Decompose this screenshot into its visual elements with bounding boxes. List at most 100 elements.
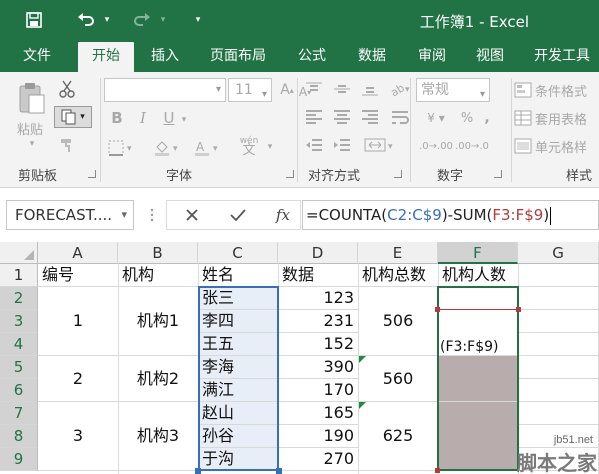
row-header-5[interactable]: 5 bbox=[0, 356, 38, 379]
clipboard-launcher-icon[interactable] bbox=[88, 170, 96, 178]
row-header-1[interactable]: 1 bbox=[0, 264, 38, 287]
number-format-dropdown-icon[interactable]: ▾ bbox=[480, 84, 485, 106]
decrease-decimal-icon[interactable]: .00→.0 bbox=[455, 136, 489, 156]
tab-review[interactable]: 审阅 bbox=[406, 40, 458, 72]
range-handle[interactable] bbox=[435, 307, 440, 312]
font-name-dropdown-icon[interactable]: ▾ bbox=[216, 84, 221, 95]
column-header-b[interactable]: B bbox=[118, 242, 198, 264]
align-bottom-icon[interactable] bbox=[358, 78, 382, 100]
font-size-combo[interactable]: 11 ▾ bbox=[228, 78, 272, 102]
cell-b5-merged[interactable]: 机构2 bbox=[118, 368, 198, 390]
redo-icon[interactable] bbox=[128, 6, 156, 34]
column-header-c[interactable]: C bbox=[198, 242, 278, 264]
save-icon[interactable] bbox=[20, 6, 48, 34]
copy-dropdown-icon[interactable]: ▾ bbox=[80, 112, 85, 122]
tab-insert[interactable]: 插入 bbox=[140, 40, 190, 72]
name-box[interactable]: FORECAST.... ▾ bbox=[6, 200, 134, 230]
column-header-a[interactable]: A bbox=[38, 242, 118, 264]
enter-icon[interactable] bbox=[226, 205, 250, 225]
cell-d6[interactable]: 170 bbox=[278, 379, 354, 401]
cell-a7-merged[interactable]: 3 bbox=[38, 425, 118, 447]
error-indicator-icon[interactable] bbox=[359, 356, 366, 363]
tab-page-layout[interactable]: 页面布局 bbox=[198, 40, 278, 72]
currency-icon[interactable]: ¥ ▾ bbox=[418, 108, 454, 128]
column-header-f[interactable]: F bbox=[438, 242, 518, 264]
cell-a1[interactable]: 编号 bbox=[42, 264, 74, 286]
redo-dropdown-icon[interactable]: ▾ bbox=[156, 6, 170, 34]
cell-c1[interactable]: 姓名 bbox=[202, 264, 234, 286]
cell-d9[interactable]: 270 bbox=[278, 448, 354, 470]
border-icon[interactable]: ▾ bbox=[104, 138, 140, 158]
worksheet-grid[interactable]: A B C D E F G 1 2 3 4 5 6 7 8 9 编号 机构 姓名… bbox=[0, 242, 599, 474]
cell-d4[interactable]: 152 bbox=[278, 333, 354, 355]
increase-decimal-icon[interactable]: .0→.00 bbox=[419, 136, 453, 156]
row-header-8[interactable]: 8 bbox=[0, 425, 38, 448]
bold-button[interactable]: B bbox=[108, 108, 126, 128]
range-handle[interactable] bbox=[276, 468, 282, 474]
orientation-icon[interactable]: ab ▾ bbox=[386, 78, 416, 100]
cell-e1[interactable]: 机构总数 bbox=[362, 264, 426, 286]
row-header-9[interactable]: 9 bbox=[0, 448, 38, 471]
phonetic-guide-icon[interactable]: wén 文 bbox=[232, 132, 266, 160]
column-header-e[interactable]: E bbox=[358, 242, 438, 264]
underline-button[interactable]: U bbox=[160, 108, 178, 128]
fill-color-icon[interactable]: ▾ bbox=[150, 138, 186, 158]
cell-e7-merged[interactable]: 625 bbox=[358, 425, 438, 447]
font-name-combo[interactable]: ▾ bbox=[104, 78, 226, 102]
increase-font-icon[interactable]: A ▴ bbox=[278, 80, 296, 100]
copy-button[interactable]: ▾ bbox=[54, 106, 92, 128]
undo-dropdown-icon[interactable]: ▾ bbox=[100, 6, 114, 34]
cell-d8[interactable]: 190 bbox=[278, 425, 354, 447]
range-handle[interactable] bbox=[516, 307, 521, 312]
number-launcher-icon[interactable] bbox=[494, 170, 502, 178]
row-header-4[interactable]: 4 bbox=[0, 333, 38, 356]
align-left-icon[interactable] bbox=[302, 106, 326, 128]
cell-b7-merged[interactable]: 机构3 bbox=[118, 425, 198, 447]
phonetic-dropdown-icon[interactable]: ▾ bbox=[264, 140, 276, 154]
font-color-icon[interactable]: A ▾ bbox=[190, 138, 226, 158]
paste-dropdown-icon[interactable]: ▾ bbox=[26, 138, 38, 150]
error-indicator-icon[interactable] bbox=[359, 402, 366, 409]
range-handle[interactable] bbox=[435, 468, 440, 473]
merge-center-icon[interactable]: ▾ bbox=[360, 134, 400, 156]
select-all-corner[interactable] bbox=[0, 242, 38, 264]
cell-b2-merged[interactable]: 机构1 bbox=[118, 310, 198, 332]
tab-home[interactable]: 开始 bbox=[78, 42, 134, 72]
cell-d7[interactable]: 165 bbox=[278, 402, 354, 424]
paste-button[interactable]: 粘贴 bbox=[12, 118, 48, 138]
cut-icon[interactable] bbox=[56, 78, 78, 100]
undo-icon[interactable] bbox=[72, 6, 100, 34]
align-middle-icon[interactable] bbox=[330, 78, 354, 100]
percent-icon[interactable]: % bbox=[458, 108, 476, 128]
cell-a5-merged[interactable]: 2 bbox=[38, 368, 118, 390]
format-as-table-button[interactable]: 套用表格 bbox=[514, 106, 599, 130]
range-handle[interactable] bbox=[195, 468, 201, 474]
tab-developer[interactable]: 开发工具 bbox=[524, 40, 599, 72]
tab-formulas[interactable]: 公式 bbox=[286, 40, 338, 72]
cell-styles-button[interactable]: 单元格样 bbox=[514, 134, 599, 158]
underline-dropdown-icon[interactable]: ▾ bbox=[178, 110, 190, 130]
cell-b1[interactable]: 机构 bbox=[122, 264, 154, 286]
cell-d2[interactable]: 123 bbox=[278, 287, 354, 309]
customize-toolbar-icon[interactable]: ▾ bbox=[190, 6, 206, 34]
align-right-icon[interactable] bbox=[358, 106, 382, 128]
comma-style-icon[interactable]: , bbox=[480, 108, 494, 128]
cell-a2-merged[interactable]: 1 bbox=[38, 310, 118, 332]
decrease-indent-icon[interactable] bbox=[302, 134, 326, 156]
row-header-6[interactable]: 6 bbox=[0, 379, 38, 402]
number-format-combo[interactable]: 常规 ▾ bbox=[416, 78, 490, 102]
cancel-icon[interactable] bbox=[180, 205, 204, 225]
conditional-format-button[interactable]: 条件格式 bbox=[514, 78, 599, 102]
font-launcher-icon[interactable] bbox=[286, 170, 294, 178]
cell-f1[interactable]: 机构人数 bbox=[442, 264, 507, 286]
tab-file[interactable]: 文件 bbox=[12, 40, 62, 72]
name-box-dropdown-icon[interactable]: ▾ bbox=[121, 201, 127, 229]
formula-bar-resize-handle[interactable] bbox=[150, 204, 154, 226]
font-size-dropdown-icon[interactable]: ▾ bbox=[262, 84, 267, 106]
paste-icon[interactable] bbox=[14, 80, 50, 116]
column-header-d[interactable]: D bbox=[278, 242, 358, 264]
tab-data[interactable]: 数据 bbox=[346, 40, 398, 72]
tab-view[interactable]: 视图 bbox=[464, 40, 516, 72]
format-painter-icon[interactable] bbox=[56, 134, 78, 156]
cell-d5[interactable]: 390 bbox=[278, 356, 354, 378]
